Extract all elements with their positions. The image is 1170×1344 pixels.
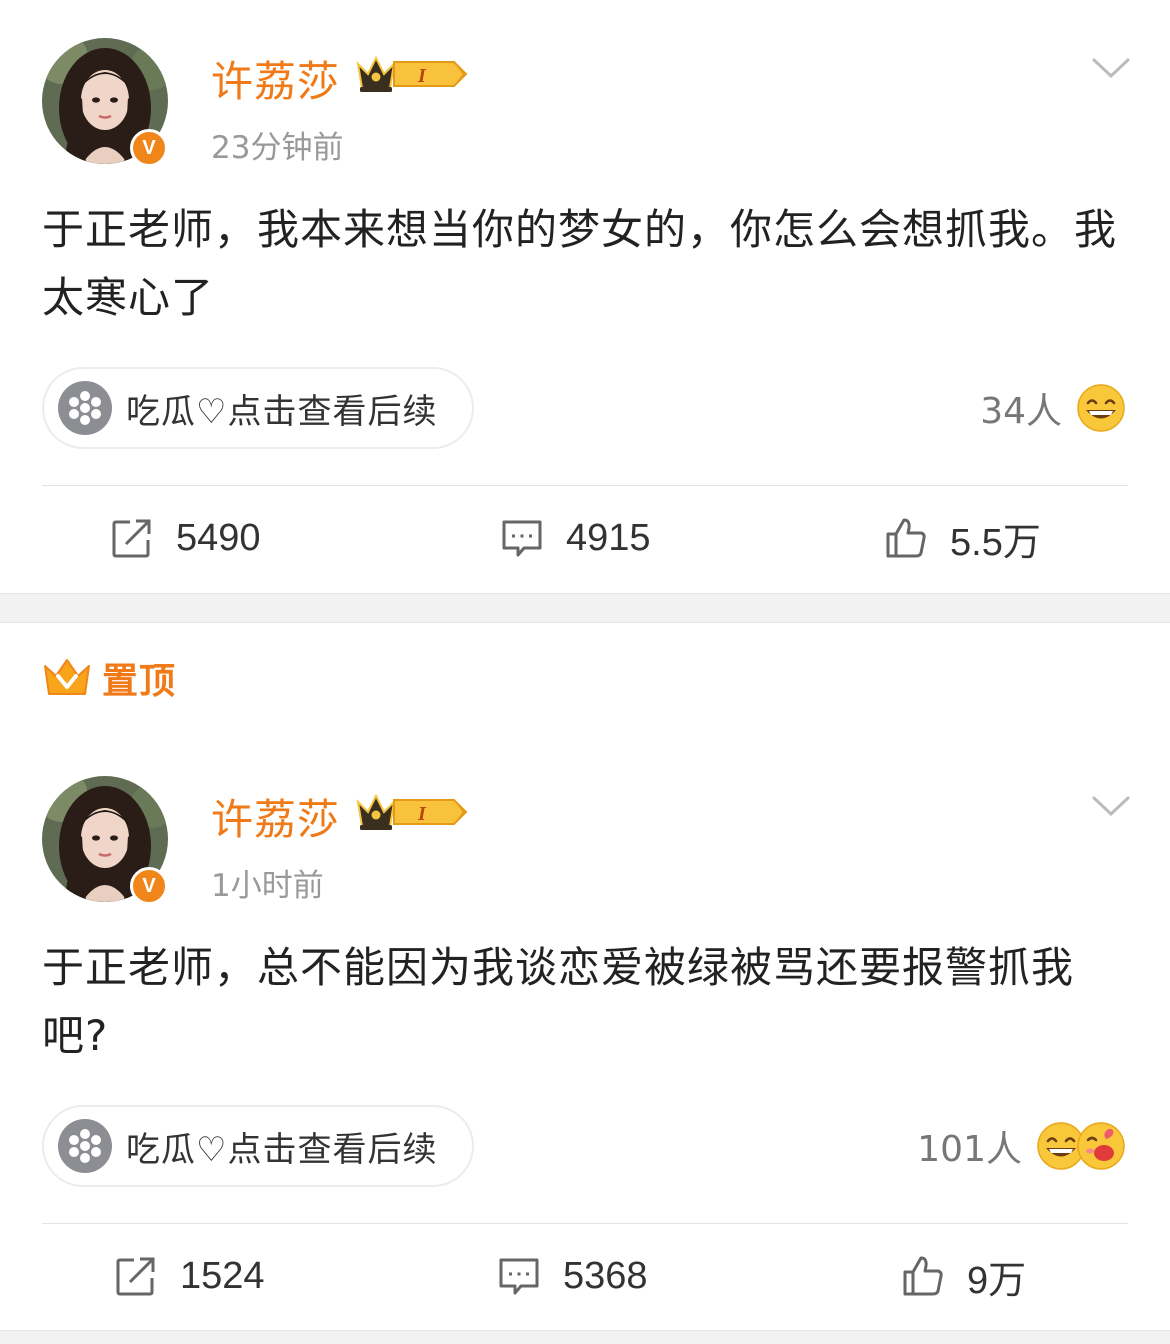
comment-icon: [497, 1254, 541, 1298]
pinned-label: 置顶: [102, 661, 177, 702]
vip-crown-icon[interactable]: I: [354, 790, 470, 834]
reaction-count: 101人: [917, 1129, 1022, 1170]
divider: [42, 1223, 1128, 1224]
chevron-down-icon[interactable]: [1091, 56, 1131, 80]
comment-count: 5368: [563, 1254, 648, 1297]
divider: [42, 485, 1128, 486]
like-button[interactable]: 9万: [901, 1246, 1026, 1306]
comment-button[interactable]: 5368: [497, 1246, 648, 1306]
username[interactable]: 许荔莎: [211, 48, 340, 109]
like-button[interactable]: 5.5万: [884, 508, 1041, 568]
vip-crown-icon[interactable]: I: [354, 52, 470, 96]
post-card-pinned: 置顶 V 许荔莎 I 1小时前 于正老师，总不能因为我谈恋爱被绿被骂还要报警抓我…: [0, 623, 1170, 1343]
thumbs-up-icon: [901, 1254, 945, 1298]
topic-pill-label: 吃瓜♡点击查看后续: [126, 391, 438, 432]
username[interactable]: 许荔莎: [211, 786, 340, 847]
watermelon-icon: [58, 1119, 112, 1173]
repost-button[interactable]: 5490: [110, 508, 261, 568]
reaction-summary[interactable]: 101人: [917, 1116, 1126, 1176]
chevron-down-icon[interactable]: [1091, 794, 1131, 818]
pinned-indicator: 置顶: [42, 653, 176, 703]
comment-icon: [500, 516, 544, 560]
reaction-count: 34人: [980, 391, 1062, 432]
verified-badge-icon: V: [130, 867, 168, 905]
pinned-crown-icon: [44, 659, 90, 695]
verified-badge-icon: V: [130, 129, 168, 167]
watermelon-icon: [58, 381, 112, 435]
comment-count: 4915: [566, 516, 651, 559]
topic-pill-label: 吃瓜♡点击查看后续: [126, 1129, 438, 1170]
comment-button[interactable]: 4915: [500, 508, 651, 568]
post-content[interactable]: 于正老师，总不能因为我谈恋爱被绿被骂还要报警抓我吧?: [42, 934, 1132, 1070]
repost-icon: [114, 1254, 158, 1298]
post-time: 1小时前: [211, 868, 324, 904]
like-count: 9万: [967, 1259, 1027, 1302]
thumbs-up-icon: [884, 516, 928, 560]
feed-separator: [0, 593, 1170, 623]
love-emoji-icon: [1076, 1121, 1126, 1171]
repost-icon: [110, 516, 154, 560]
topic-pill[interactable]: 吃瓜♡点击查看后续: [42, 367, 474, 449]
repost-button[interactable]: 1524: [114, 1246, 265, 1306]
like-count: 5.5万: [950, 521, 1041, 564]
repost-count: 5490: [176, 516, 261, 559]
post-time: 23分钟前: [211, 130, 344, 166]
post-content[interactable]: 于正老师，我本来想当你的梦女的，你怎么会想抓我。我太寒心了: [42, 196, 1132, 332]
grin-emoji-icon: [1076, 383, 1126, 433]
reaction-summary[interactable]: 34人: [980, 378, 1126, 438]
repost-count: 1524: [180, 1254, 265, 1297]
feed-separator: [0, 1330, 1170, 1344]
topic-pill[interactable]: 吃瓜♡点击查看后续: [42, 1105, 474, 1187]
post-card: V 许荔莎 I 23分钟前 于正老师，我本来想当你的梦女的，你怎么会想抓我。我太…: [0, 0, 1170, 593]
